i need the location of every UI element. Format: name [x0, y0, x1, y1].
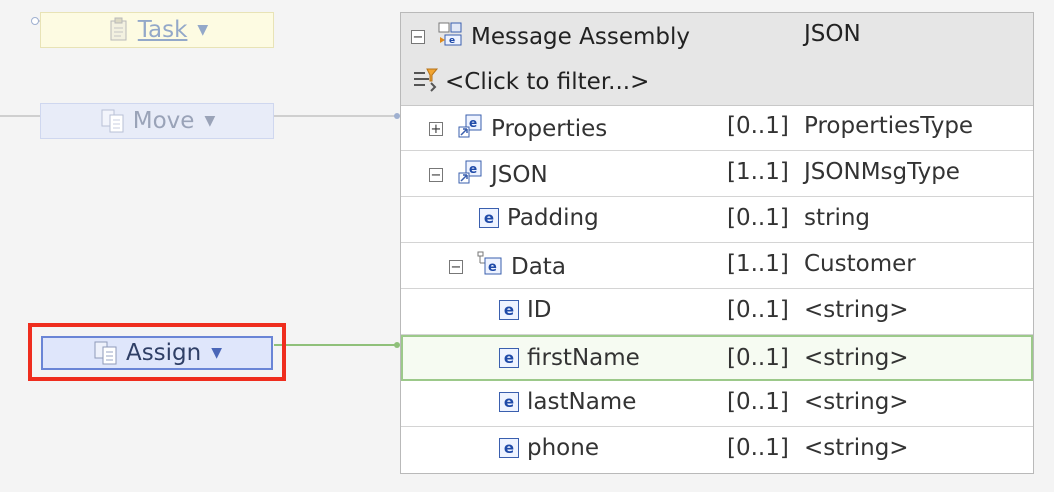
element-icon: e: [479, 208, 499, 228]
collapse-icon[interactable]: −: [429, 168, 443, 182]
row-cardinality: [0..1]: [727, 389, 789, 415]
row-name: JSON: [491, 162, 548, 188]
tree-row-phone[interactable]: e phone [0..1] <string>: [401, 427, 1033, 473]
row-type: JSONMsgType: [804, 159, 960, 185]
header-title-row: − e Message Assembly: [411, 21, 690, 53]
task-dropdown-icon[interactable]: ▼: [197, 22, 208, 38]
svg-text:e: e: [469, 162, 477, 176]
task-label[interactable]: Task: [138, 17, 188, 43]
task-icon: [106, 17, 132, 43]
header-title: Message Assembly: [471, 24, 690, 50]
tree-row-lastname[interactable]: e lastName [0..1] <string>: [401, 381, 1033, 427]
connector-move-in: [0, 115, 40, 117]
move-icon: [99, 108, 127, 134]
row-cardinality: [0..1]: [727, 205, 789, 231]
row-type: PropertiesType: [804, 113, 974, 139]
task-transform[interactable]: Task ▼: [40, 12, 274, 48]
connector-task-endpoint: [31, 17, 39, 25]
filter-row[interactable]: <Click to filter...>: [411, 65, 649, 99]
row-name: phone: [527, 435, 599, 461]
complex-element-icon: e: [457, 113, 483, 145]
message-assembly-panel: − e Message Assembly JSON <Click to filt…: [400, 12, 1034, 474]
move-transform[interactable]: Move ▼: [40, 103, 274, 139]
row-cardinality: [1..1]: [727, 251, 789, 277]
row-cardinality: [0..1]: [727, 297, 789, 323]
row-cardinality: [1..1]: [727, 159, 789, 185]
selection-highlight: [28, 323, 286, 381]
tree-row-properties[interactable]: + e Properties [0..1] PropertiesType: [401, 105, 1033, 151]
svg-text:e: e: [449, 36, 455, 46]
row-name: Properties: [491, 116, 608, 142]
tree-row-firstname[interactable]: e firstName [0..1] <string>: [401, 335, 1033, 381]
row-type: <string>: [804, 345, 909, 371]
header-type: JSON: [804, 21, 861, 47]
tree-row-id[interactable]: e ID [0..1] <string>: [401, 289, 1033, 335]
complex-element-icon: e: [457, 159, 483, 191]
mapping-canvas: Task ▼ Move ▼ Assign ▼ − e Message Assem…: [0, 0, 1054, 492]
row-cardinality: [0..1]: [727, 113, 789, 139]
tree-row-padding[interactable]: e Padding [0..1] string: [401, 197, 1033, 243]
filter-icon[interactable]: [411, 65, 441, 99]
row-type: Customer: [804, 251, 916, 277]
row-cardinality: [0..1]: [727, 345, 789, 371]
row-name: Data: [511, 254, 566, 280]
row-type: string: [804, 205, 871, 231]
row-type: <string>: [804, 389, 909, 415]
complex-element-icon: e: [477, 251, 503, 283]
move-label: Move: [132, 108, 195, 134]
tree-row-json[interactable]: − e JSON [1..1] JSONMsgType: [401, 151, 1033, 197]
message-assembly-icon: e: [437, 21, 465, 53]
element-icon: e: [499, 348, 519, 368]
element-icon: e: [499, 392, 519, 412]
filter-text[interactable]: <Click to filter...>: [445, 69, 649, 95]
row-name: firstName: [527, 345, 640, 371]
row-type: <string>: [804, 435, 909, 461]
panel-header: − e Message Assembly JSON <Click to filt…: [401, 13, 1033, 106]
row-name: lastName: [527, 389, 637, 415]
svg-text:e: e: [488, 260, 497, 275]
row-name: ID: [527, 297, 552, 323]
row-name: Padding: [507, 205, 599, 231]
move-dropdown-icon[interactable]: ▼: [204, 113, 215, 129]
row-type: <string>: [804, 297, 909, 323]
svg-text:e: e: [469, 116, 477, 130]
connector-assign-out: [274, 344, 398, 346]
collapse-icon[interactable]: −: [449, 260, 463, 274]
element-icon: e: [499, 300, 519, 320]
collapse-icon[interactable]: −: [411, 30, 425, 44]
tree-row-data[interactable]: − e Data [1..1] Customer: [401, 243, 1033, 289]
connector-move-out: [274, 115, 398, 117]
row-cardinality: [0..1]: [727, 435, 789, 461]
element-icon: e: [499, 438, 519, 458]
expand-icon[interactable]: +: [429, 122, 443, 136]
